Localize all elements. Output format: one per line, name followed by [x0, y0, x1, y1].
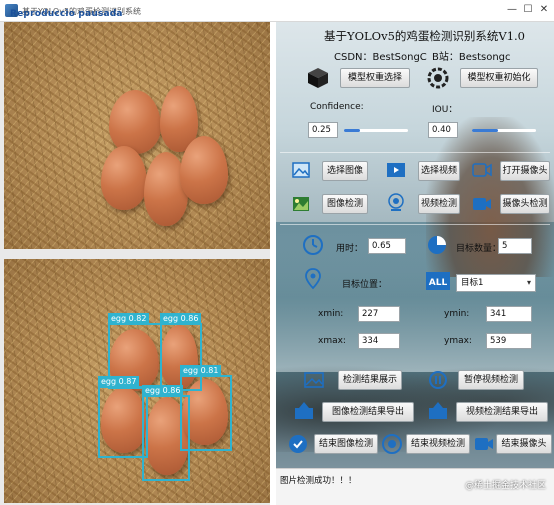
ymax-value: 539 — [486, 333, 532, 349]
export-video-button[interactable]: 视频检测结果导出 — [456, 402, 548, 422]
ymax-label: ymax: — [444, 336, 472, 346]
target-select[interactable]: 目标1 ▾ — [456, 274, 536, 292]
image-detect-button[interactable]: 图像检测 — [322, 194, 368, 214]
detection-result-image: egg 0.82 egg 0.86 egg 0.87 egg 0.86 egg … — [4, 259, 270, 503]
end-video-button[interactable]: 结束视频检测 — [406, 434, 470, 454]
confidence-slider[interactable] — [344, 129, 408, 132]
control-panel: 基于YOLOv5的鸡蛋检测识别系统V1.0 CSDN：BestSongC B站：… — [276, 22, 554, 505]
export-icon — [295, 402, 313, 419]
count-value: 5 — [498, 238, 532, 254]
time-value: 0.65 — [368, 238, 406, 254]
detection-label: egg 0.81 — [180, 365, 222, 376]
image-icon — [304, 372, 324, 388]
app-title: 基于YOLOv5的鸡蛋检测识别系统V1.0 — [324, 29, 525, 43]
ymin-value: 341 — [486, 306, 532, 322]
landscape-icon — [293, 197, 309, 211]
pie-chart-icon — [428, 236, 446, 254]
xmax-value: 334 — [358, 333, 400, 349]
status-message: 图片检测成功！！！ — [280, 476, 357, 486]
open-camera-button[interactable]: 打开摄像头 — [500, 161, 550, 181]
stop-check-icon — [289, 435, 307, 453]
xmin-value: 227 — [358, 306, 400, 322]
iou-slider-fill — [472, 129, 498, 132]
egg — [109, 90, 161, 154]
minimize-button[interactable]: — — [504, 3, 520, 17]
image-icon — [292, 162, 310, 178]
detection-label: egg 0.86 — [160, 313, 202, 324]
confidence-input[interactable]: 0.25 — [308, 122, 338, 138]
time-label: 用时： — [336, 244, 364, 254]
confidence-slider-fill — [344, 129, 360, 132]
cube-icon — [308, 68, 328, 88]
video-icon — [387, 163, 405, 177]
video-camera-icon — [475, 438, 493, 450]
divider — [280, 224, 550, 225]
original-image — [4, 22, 270, 249]
target-select-value: 目标1 — [461, 278, 484, 288]
iou-slider[interactable] — [472, 129, 536, 132]
iou-input[interactable]: 0.40 — [428, 122, 458, 138]
detection-box: egg 0.87 — [98, 376, 148, 458]
record-icon — [382, 434, 402, 454]
init-model-button[interactable]: 模型权重初始化 — [460, 68, 538, 88]
camera-detect-button[interactable]: 摄像头检测 — [500, 194, 550, 214]
end-image-button[interactable]: 结束图像检测 — [314, 434, 378, 454]
confidence-label: Confidence: — [310, 102, 364, 112]
video-detect-button[interactable]: 视频检测 — [418, 194, 460, 214]
all-icon: ALL — [426, 272, 450, 290]
status-bar: 图片检测成功！！！ @稀土掘金技术社区 — [276, 468, 554, 505]
select-model-button[interactable]: 模型权重选择 — [340, 68, 410, 88]
playback-overlay-text: Reproduccio pausada — [10, 9, 123, 19]
chevron-down-icon: ▾ — [526, 278, 531, 287]
end-camera-button[interactable]: 结束摄像头 — [496, 434, 552, 454]
detection-box: egg 0.81 — [180, 365, 232, 451]
video-camera-icon — [473, 198, 491, 210]
close-button[interactable]: ✕ — [536, 3, 552, 17]
window-titlebar: 基于YOLOv5的鸡蛋检测识别系统 Reproduccio pausada — … — [0, 0, 554, 22]
site-watermark: @稀土掘金技术社区 — [464, 481, 546, 491]
position-label: 目标位置： — [342, 280, 388, 290]
image-panel: egg 0.82 egg 0.86 egg 0.87 egg 0.86 egg … — [0, 22, 270, 505]
xmin-label: xmin: — [318, 309, 344, 319]
show-results-button[interactable]: 检测结果展示 — [338, 370, 402, 390]
detection-label: egg 0.87 — [98, 376, 140, 387]
detection-label: egg 0.86 — [142, 385, 184, 396]
export-image-button[interactable]: 图像检测结果导出 — [322, 402, 414, 422]
pause-icon — [429, 371, 447, 389]
export-icon — [429, 402, 447, 419]
pause-video-button[interactable]: 暂停视频检测 — [458, 370, 524, 390]
gear-icon — [427, 67, 449, 89]
maximize-button[interactable]: ☐ — [520, 3, 536, 17]
bilibili-label: B站：Bestsongc — [432, 52, 511, 63]
select-image-button[interactable]: 选择图像 — [322, 161, 368, 181]
svg-text:ALL: ALL — [429, 278, 448, 288]
select-video-button[interactable]: 选择视频 — [418, 161, 460, 181]
iou-label: IOU： — [432, 105, 458, 115]
webcam-icon — [388, 193, 404, 211]
ymin-label: ymin: — [444, 309, 470, 319]
detection-label: egg 0.82 — [108, 313, 150, 324]
xmax-label: xmax: — [318, 336, 346, 346]
camera-icon — [472, 163, 492, 177]
divider — [280, 152, 550, 153]
location-pin-icon — [305, 268, 321, 290]
clock-icon — [303, 235, 323, 255]
csdn-label: CSDN：BestSongC — [334, 52, 427, 63]
count-label: 目标数量： — [456, 244, 502, 254]
